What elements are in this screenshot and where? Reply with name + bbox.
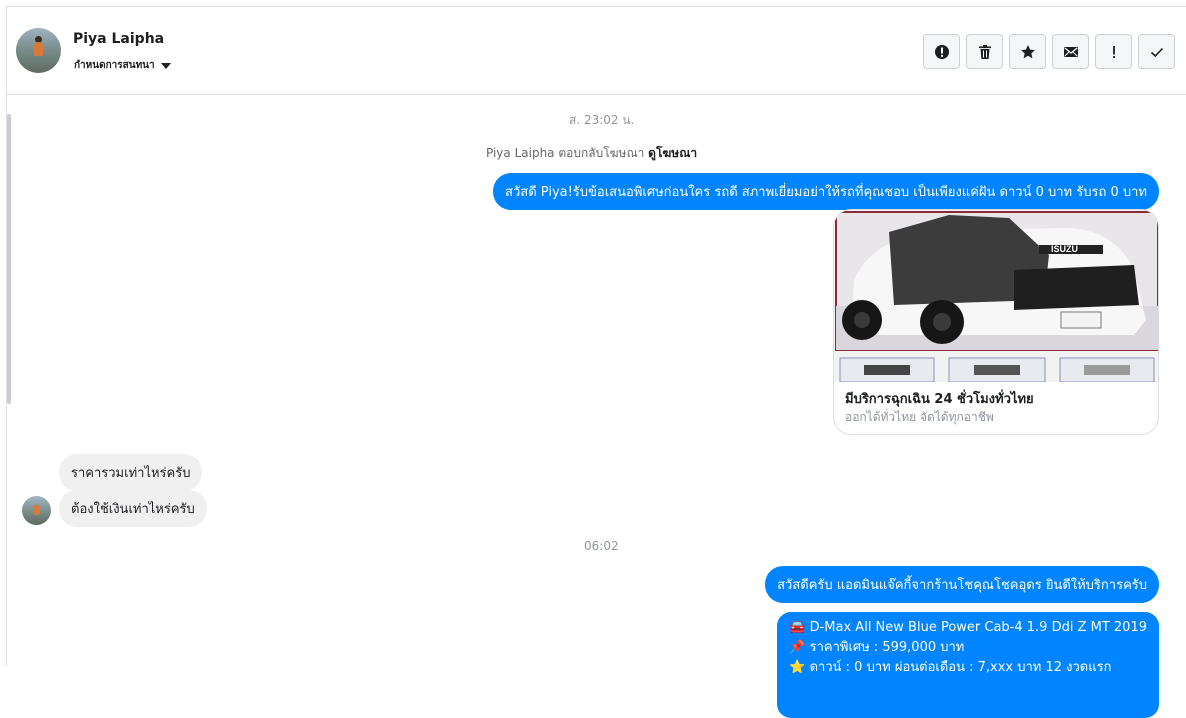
message-line: ⭐ ดาวน์ : 0 บาท ผ่อนต่อเดือน : 7,xxx บาท… xyxy=(789,660,1112,675)
conversation-toolbar xyxy=(923,34,1175,69)
message-outgoing[interactable]: สวัสดีครับ แอดมินแจ๊คกี้จากร้านโชคุณโชคอ… xyxy=(765,566,1159,603)
caret-down-icon xyxy=(160,62,171,69)
trash-icon xyxy=(978,44,991,59)
isuzu-badge: ISUZU xyxy=(1051,244,1078,254)
mark-done-button[interactable] xyxy=(1138,34,1175,69)
conversation-schedule-dropdown[interactable]: กำหนดการสนทนา xyxy=(74,58,171,73)
car-photo: ISUZU xyxy=(834,210,1158,382)
conversation-header: Piya Laipha กำหนดการสนทนา xyxy=(7,7,1186,95)
message-incoming[interactable]: ราคารวมเท่าไหร่ครับ xyxy=(59,454,203,491)
contact-avatar[interactable] xyxy=(16,28,61,73)
timestamp: ส. 23:02 น. xyxy=(569,113,635,127)
ad-card[interactable]: ISUZU มีบริการฉุกเฉิน 24 ชั่วโมงทั่วไทย … xyxy=(833,209,1159,435)
message-line: 📌 ราคาพิเศษ : 599,000 บาท xyxy=(789,640,965,655)
message-outgoing-multiline[interactable]: 🚘 D-Max All New Blue Power Cab-4 1.9 Ddi… xyxy=(777,612,1159,718)
mark-unread-button[interactable] xyxy=(1052,34,1089,69)
ad-card-subtitle: ออกได้ทั่วไทย จัดได้ทุกอาชีพ xyxy=(845,410,994,424)
ad-reply-note: Piya Laipha ตอบกลับโฆษณา ดูโฆษณา xyxy=(486,146,698,160)
message-line: 🚘 D-Max All New Blue Power Cab-4 1.9 Ddi… xyxy=(789,620,1147,635)
timestamp: 06:02 xyxy=(584,539,619,553)
message-incoming[interactable]: ต้องใช้เงินเท่าไหร่ครับ xyxy=(59,490,207,527)
sender-avatar[interactable] xyxy=(22,496,51,525)
conversation-panel: Piya Laipha กำหนดการสนทนา ส. 23:02 น. Pi… xyxy=(6,6,1186,718)
message-thread: ส. 23:02 น. Piya Laipha ตอบกลับโฆษณา ดูโ… xyxy=(7,96,1186,718)
star-icon xyxy=(1020,44,1035,58)
alert-icon xyxy=(934,44,949,59)
view-ad-link[interactable]: ดูโฆษณา xyxy=(648,146,697,160)
contact-name[interactable]: Piya Laipha xyxy=(73,31,164,47)
mark-important-button[interactable] xyxy=(1095,34,1132,69)
mark-spam-button[interactable] xyxy=(923,34,960,69)
exclamation-icon xyxy=(1112,45,1115,58)
star-button[interactable] xyxy=(1009,34,1046,69)
delete-button[interactable] xyxy=(966,34,1003,69)
envelope-icon xyxy=(1063,46,1078,57)
check-icon xyxy=(1150,47,1163,57)
message-outgoing[interactable]: สวัสดี Piya!รับข้อเสนอพิเศษก่อนใคร รถดี … xyxy=(493,173,1159,210)
conversation-schedule-label: กำหนดการสนทนา xyxy=(74,60,155,71)
ad-card-title: มีบริการฉุกเฉิน 24 ชั่วโมงทั่วไทย xyxy=(845,392,1034,407)
